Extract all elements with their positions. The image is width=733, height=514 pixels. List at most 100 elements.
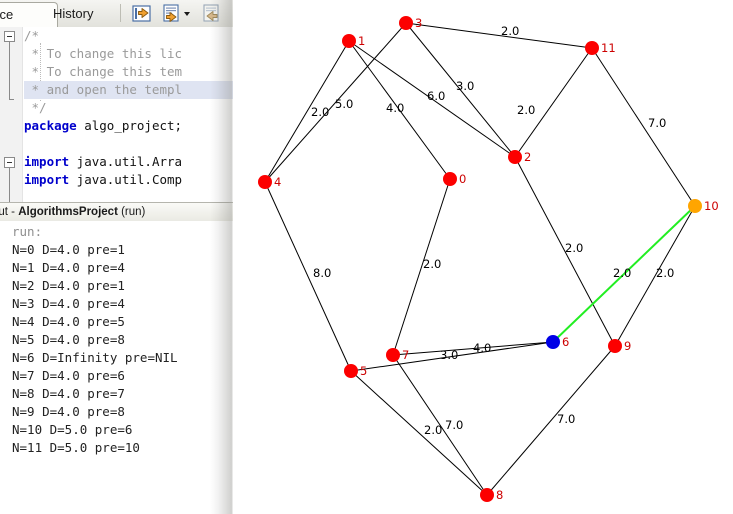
graph-visualization-window[interactable]: 2.0 5.0 6.0 4.0 3.0 2.0 2.0 7.0 8.0 2.0 2.0 2.0 2.0 3…	[233, 0, 733, 514]
code-span: java.util.Arra	[69, 154, 183, 169]
node-id-label: 10	[704, 199, 719, 213]
console-line: N=1 D=4.0 pre=4	[12, 260, 125, 275]
edge-weight-label: 5.0	[335, 97, 353, 111]
graph-node[interactable]	[508, 150, 522, 164]
edge-weight-label: 2.0	[423, 257, 441, 271]
console-line: N=8 D=4.0 pre=7	[12, 386, 125, 401]
edge-weight-label: 7.0	[557, 412, 575, 426]
code-span: java.util.Comp	[69, 172, 183, 187]
graph-edge[interactable]	[264, 181, 352, 372]
output-window-title: put - AlgorithmsProject (run)	[0, 202, 233, 223]
node-id-label: 0	[459, 172, 466, 186]
console-line: N=4 D=4.0 pre=5	[12, 314, 125, 329]
edge-weight-label: 2.0	[613, 266, 631, 280]
find-previous-icon[interactable]	[161, 3, 183, 24]
code-text: /* * To change this lic * To change this…	[24, 27, 233, 189]
edge-weight-label: 6.0	[427, 89, 445, 103]
code-span: algo_project;	[76, 118, 183, 133]
code-line: import java.util.Arra	[24, 153, 233, 171]
code-editor[interactable]: /* * To change this lic * To change this…	[0, 27, 233, 202]
edge-weight-label: 2.0	[424, 423, 442, 437]
edge-weight-label: 2.0	[565, 241, 583, 255]
node-id-label: 3	[415, 16, 422, 30]
edge-weight-label: 7.0	[648, 116, 666, 130]
node-id-label: 1	[358, 34, 365, 48]
graph-edge[interactable]	[486, 345, 616, 496]
edge-weight-label: 8.0	[313, 266, 331, 280]
node-id-label: 6	[562, 335, 569, 349]
console-line: run:	[12, 224, 43, 239]
console-line: N=0 D=4.0 pre=1	[12, 242, 125, 257]
output-title-suffix: (run)	[117, 206, 146, 218]
node-id-label: 2	[524, 150, 531, 164]
graph-edge[interactable]	[350, 370, 488, 496]
output-console[interactable]: run: N=0 D=4.0 pre=1 N=1 D=4.0 pre=4 N=2 D=…	[0, 221, 233, 514]
edge-weight-label: 3.0	[440, 348, 458, 362]
tab-source-label: urce	[0, 7, 14, 22]
console-text: run: N=0 D=4.0 pre=1 N=1 D=4.0 pre=4 N=2 D=…	[12, 223, 178, 457]
code-line: /*	[24, 27, 233, 45]
output-title-prefix: put -	[0, 206, 16, 218]
output-title-project: AlgorithmsProject	[18, 206, 118, 218]
code-line: * To change this tem	[24, 63, 233, 81]
edge-weight-label: 4.0	[386, 101, 404, 115]
graph-node-labels: 0 1 2 3 4 5 6 7 8 9 10 11	[274, 16, 719, 502]
tab-history-label: History	[53, 6, 94, 21]
find-next-icon[interactable]	[201, 3, 223, 24]
graph-node[interactable]	[585, 41, 599, 55]
graph-edge[interactable]	[392, 178, 451, 356]
code-span: import	[24, 172, 70, 187]
graph-node[interactable]	[344, 364, 358, 378]
code-line: package algo_project;	[24, 117, 233, 135]
node-id-label: 11	[601, 41, 616, 55]
console-line: N=2 D=4.0 pre=1	[12, 278, 125, 293]
fold-end	[9, 99, 14, 100]
edge-weight-label: 2.0	[311, 105, 329, 119]
code-span: */	[24, 100, 47, 115]
chevron-down-icon[interactable]	[181, 3, 193, 24]
toolbar-separator	[120, 4, 121, 22]
code-line: */	[24, 99, 233, 117]
code-line: * To change this lic	[24, 45, 233, 63]
graph-edge[interactable]	[405, 22, 593, 49]
fold-line	[9, 168, 10, 202]
graph-node[interactable]	[399, 16, 413, 30]
graph-canvas[interactable]: 2.0 5.0 6.0 4.0 3.0 2.0 2.0 7.0 8.0 2.0 2.0 2.0 2.0 3…	[233, 0, 733, 514]
graph-edge[interactable]	[264, 40, 350, 183]
ide-window: urce History	[0, 0, 233, 514]
fold-line	[9, 42, 10, 99]
code-span: /*	[24, 28, 40, 43]
fold-toggle-icon[interactable]	[4, 157, 15, 168]
node-id-label: 5	[360, 364, 367, 378]
graph-node[interactable]	[443, 172, 457, 186]
graph-nodes	[258, 16, 702, 502]
graph-node[interactable]	[608, 339, 622, 353]
code-span: package	[24, 118, 77, 133]
editor-tab-strip: urce History	[0, 0, 233, 28]
graph-edge[interactable]	[591, 47, 696, 207]
edge-weight-label: 2.0	[501, 24, 519, 38]
console-line: N=5 D=4.0 pre=8	[12, 332, 125, 347]
graph-node[interactable]	[342, 34, 356, 48]
graph-node[interactable]	[386, 348, 400, 362]
console-line: N=6 D=Infinity pre=NIL	[12, 350, 178, 365]
fold-toggle-icon[interactable]	[4, 31, 15, 42]
code-line: import java.util.Comp	[24, 171, 233, 189]
graph-node[interactable]	[258, 175, 272, 189]
graph-edges	[264, 22, 696, 496]
edge-weight-label: 4.0	[473, 341, 491, 355]
tab-history[interactable]: History	[44, 1, 102, 26]
graph-node[interactable]	[480, 488, 494, 502]
code-line: * and open the templ	[24, 81, 233, 99]
console-line: N=3 D=4.0 pre=4	[12, 296, 125, 311]
console-line: N=9 D=4.0 pre=8	[12, 404, 125, 419]
edge-weight-label: 3.0	[456, 79, 474, 93]
graph-node[interactable]	[546, 335, 560, 349]
graph-node[interactable]	[688, 199, 702, 213]
last-edit-icon[interactable]	[131, 3, 153, 24]
edge-weight-label: 2.0	[517, 103, 535, 117]
code-span: * To change this lic	[24, 46, 183, 61]
node-id-label: 8	[496, 488, 503, 502]
console-line: N=10 D=5.0 pre=6	[12, 422, 133, 437]
